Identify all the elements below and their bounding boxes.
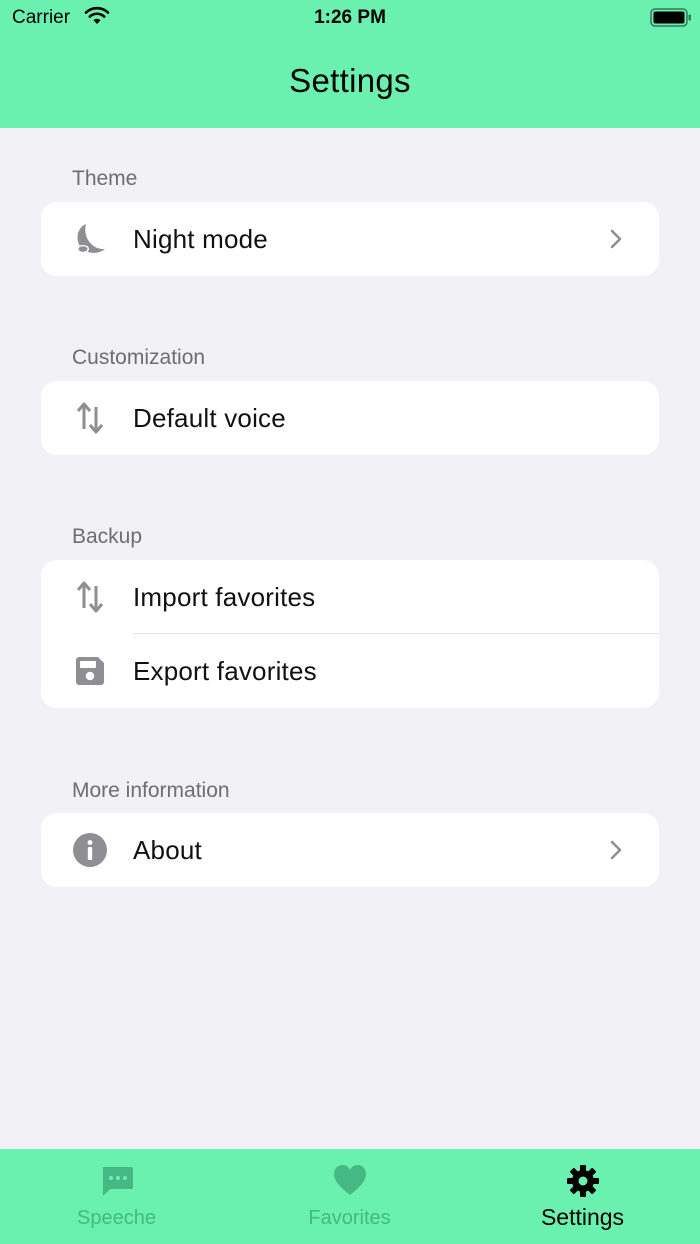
default-voice-row[interactable]: Default voice: [41, 381, 659, 455]
night-mode-row[interactable]: Night mode: [41, 202, 659, 276]
tab-favorites[interactable]: Favorites: [233, 1149, 466, 1244]
floppy-disk-icon: [71, 653, 109, 689]
chevron-right-icon: [609, 839, 623, 866]
about-label: About: [133, 835, 202, 865]
gear-icon: [466, 1163, 699, 1199]
import-favorites-label: Import favorites: [133, 582, 316, 612]
tab-label-favorites: Favorites: [308, 1207, 391, 1229]
import-favorites-row[interactable]: Import favorites: [41, 560, 659, 634]
tab-label-speeche: Speeche: [77, 1207, 156, 1229]
moon-icon: [71, 221, 109, 257]
about-row[interactable]: About: [41, 813, 659, 887]
tab-label-settings: Settings: [540, 1204, 625, 1230]
page-title: Settings: [289, 62, 411, 99]
export-favorites-label: Export favorites: [133, 656, 317, 686]
section-title-backup: Backup: [72, 525, 143, 548]
card-customization: Default voice: [41, 381, 659, 455]
card-theme: Night mode: [41, 202, 659, 276]
chat-bubble-icon: [0, 1163, 233, 1199]
tab-settings[interactable]: Settings: [466, 1149, 699, 1244]
tab-bar: Speeche Favorites Settings: [0, 1149, 700, 1244]
settings-screen: Carrier 1:26 PM Settings Theme Night mod…: [0, 0, 700, 1244]
section-title-customization: Customization: [72, 346, 206, 369]
status-bar: Carrier 1:26 PM: [0, 0, 700, 36]
battery-icon: [650, 8, 692, 34]
swap-vertical-icon: [71, 400, 109, 436]
heart-icon: [233, 1163, 466, 1197]
chevron-right-icon: [609, 228, 623, 255]
info-icon: [71, 832, 109, 868]
status-time: 1:26 PM: [314, 7, 386, 28]
export-favorites-row[interactable]: Export favorites: [41, 634, 659, 708]
default-voice-label: Default voice: [133, 403, 286, 433]
section-title-theme: Theme: [72, 167, 138, 190]
tab-speeche[interactable]: Speeche: [0, 1149, 233, 1244]
header: Carrier 1:26 PM Settings: [0, 0, 700, 128]
card-backup: Import favorites Export favorites: [41, 560, 659, 708]
section-title-more-information: More information: [72, 779, 230, 802]
card-more-information: About: [41, 813, 659, 887]
night-mode-label: Night mode: [133, 224, 268, 254]
swap-vertical-icon: [71, 579, 109, 615]
